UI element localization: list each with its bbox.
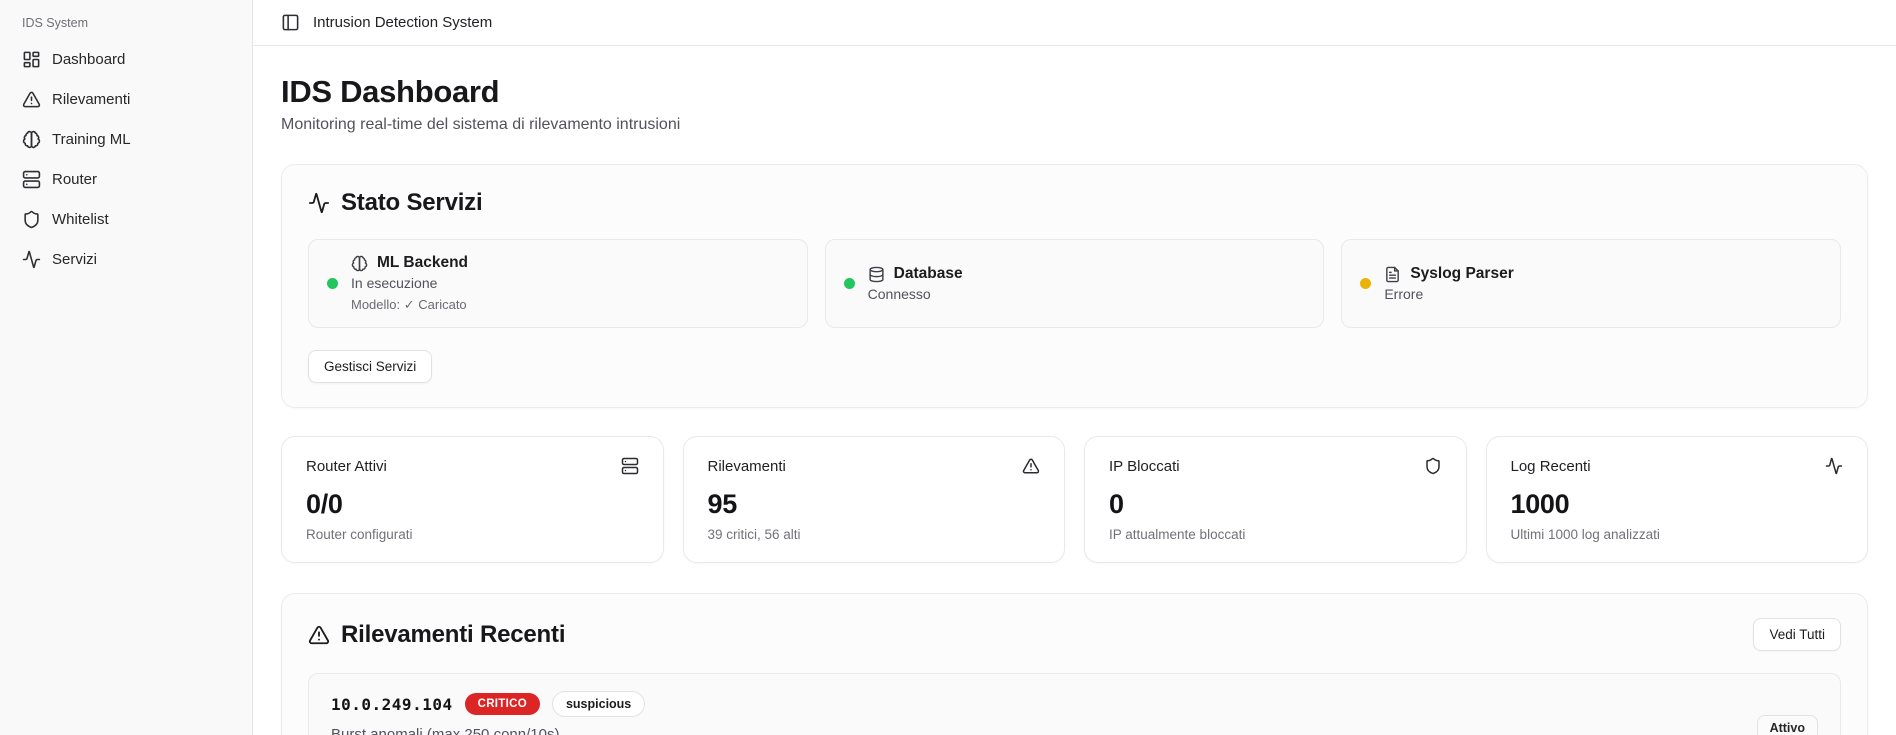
detections-panel-title: Rilevamenti Recenti [341,621,565,649]
service-card-syslog-parser: Syslog Parser Errore [1341,239,1841,328]
service-card-ml-backend: ML Backend In esecuzione Modello: ✓ Cari… [308,239,808,328]
status-dot [844,278,855,289]
stats-grid: Router Attivi 0/0 Router configurati Ril… [281,436,1868,563]
stat-subtext: Ultimi 1000 log analizzati [1511,527,1844,542]
service-model-status: Modello: ✓ Caricato [351,297,468,313]
main-area: Intrusion Detection System IDS Dashboard… [253,0,1896,735]
page-content: IDS Dashboard Monitoring real-time del s… [253,46,1896,735]
database-icon [868,266,885,283]
dashboard-icon [22,50,41,69]
server-icon [22,170,41,189]
activity-icon [1825,457,1843,475]
status-dot [1360,278,1371,289]
detection-row[interactable]: 10.0.249.104 CRITICO suspicious Burst an… [308,673,1841,735]
sidebar-item-servizi[interactable]: Servizi [14,242,238,277]
sidebar-item-label: Rilevamenti [52,91,130,108]
alert-triangle-icon [308,624,330,646]
service-status: In esecuzione [351,275,468,291]
service-card-database: Database Connesso [825,239,1325,328]
sidebar-toggle-icon[interactable] [281,13,300,32]
stat-title: Router Attivi [306,458,387,475]
status-dot [327,278,338,289]
brain-icon [22,130,41,149]
severity-badge: CRITICO [465,693,540,715]
detection-ip: 10.0.249.104 [331,695,453,714]
stat-subtext: Router configurati [306,527,639,542]
shield-icon [1424,457,1442,475]
topbar: Intrusion Detection System [253,0,1896,46]
stat-subtext: 39 critici, 56 alti [708,527,1041,542]
tag-badge: suspicious [552,691,645,717]
sidebar-item-label: Dashboard [52,51,125,68]
activity-icon [308,192,330,214]
stat-value: 0 [1109,489,1442,520]
view-all-button[interactable]: Vedi Tutti [1753,618,1841,651]
services-grid: ML Backend In esecuzione Modello: ✓ Cari… [308,239,1841,328]
stat-card-router-attivi: Router Attivi 0/0 Router configurati [281,436,664,563]
page-title: IDS Dashboard [281,74,1868,110]
sidebar-item-label: Servizi [52,251,97,268]
stat-title: IP Bloccati [1109,458,1180,475]
sidebar-item-rilevamenti[interactable]: Rilevamenti [14,82,238,117]
service-status: Connesso [868,286,963,302]
services-panel: Stato Servizi ML Backend In esecuzione [281,164,1868,408]
sidebar-item-label: Router [52,171,97,188]
shield-icon [22,210,41,229]
stat-value: 95 [708,489,1041,520]
stat-title: Log Recenti [1511,458,1591,475]
service-name: Database [894,265,963,283]
sidebar-item-label: Whitelist [52,211,109,228]
sidebar-item-label: Training ML [52,131,131,148]
service-name: ML Backend [377,254,468,272]
detections-panel: Rilevamenti Recenti Vedi Tutti 10.0.249.… [281,593,1868,735]
alert-triangle-icon [1022,457,1040,475]
service-name: Syslog Parser [1410,265,1513,283]
stat-card-rilevamenti: Rilevamenti 95 39 critici, 56 alti [683,436,1066,563]
state-badge: Attivo [1757,715,1818,735]
brain-icon [351,255,368,272]
stat-card-log-recenti: Log Recenti 1000 Ultimi 1000 log analizz… [1486,436,1869,563]
sidebar-app-title: IDS System [14,12,238,42]
services-panel-title: Stato Servizi [341,189,482,217]
sidebar-item-whitelist[interactable]: Whitelist [14,202,238,237]
stat-title: Rilevamenti [708,458,786,475]
stat-value: 1000 [1511,489,1844,520]
page-subtitle: Monitoring real-time del sistema di rile… [281,116,1868,134]
stat-value: 0/0 [306,489,639,520]
stat-card-ip-bloccati: IP Bloccati 0 IP attualmente bloccati [1084,436,1467,563]
service-status: Errore [1384,286,1513,302]
manage-services-button[interactable]: Gestisci Servizi [308,350,432,383]
stat-subtext: IP attualmente bloccati [1109,527,1442,542]
sidebar: IDS System Dashboard Rilevamenti Trainin… [0,0,253,735]
alert-triangle-icon [22,90,41,109]
file-text-icon [1384,266,1401,283]
sidebar-item-training-ml[interactable]: Training ML [14,122,238,157]
detection-description: Burst anomali (max 250 conn/10s) [331,726,645,735]
sidebar-item-router[interactable]: Router [14,162,238,197]
sidebar-item-dashboard[interactable]: Dashboard [14,42,238,77]
activity-icon [22,250,41,269]
topbar-title: Intrusion Detection System [313,14,492,31]
server-icon [621,457,639,475]
